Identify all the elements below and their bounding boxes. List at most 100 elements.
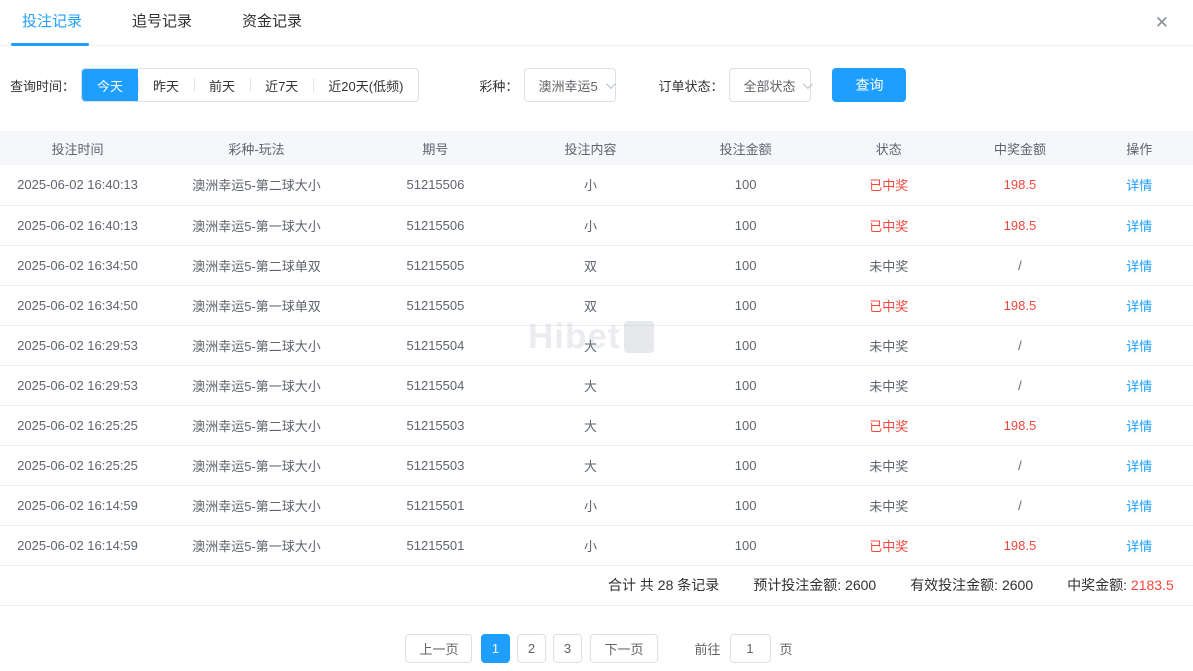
time-filter-button[interactable]: 前天 (194, 69, 251, 101)
bet-amount-cell: 100 (668, 405, 824, 446)
close-icon[interactable]: ✕ (1153, 12, 1171, 33)
status-cell: 已中奖 (823, 285, 955, 326)
time-filter-button[interactable]: 今天 (82, 69, 139, 101)
bet-content-cell: 大 (512, 405, 669, 446)
issue-number-cell: 51215503 (357, 405, 513, 446)
table-row: 2025-06-02 16:29:53 澳洲幸运5-第二球大小 51215504… (0, 325, 1193, 366)
bet-content-cell: 大 (512, 445, 669, 486)
action-cell: 详情 (1085, 165, 1193, 206)
tab-item[interactable]: 资金记录 (242, 0, 302, 46)
bet-content-cell: 大 (512, 365, 669, 406)
action-cell: 详情 (1085, 525, 1193, 566)
bet-time-cell: 2025-06-02 16:40:13 (0, 165, 156, 206)
detail-link[interactable]: 详情 (1126, 178, 1152, 193)
time-filter-button[interactable]: 近7天 (250, 69, 314, 101)
expected-bet-amount: 预计投注金额: 2600 (753, 577, 877, 593)
time-filter-group: 今天 昨天 前天 近7天 近20天(低频) (81, 68, 420, 102)
order-status-select[interactable]: 全部状态 (729, 68, 814, 102)
bet-amount-cell: 100 (668, 245, 824, 286)
bet-time-cell: 2025-06-02 16:25:25 (0, 445, 156, 486)
win-amount-text: 198.5 (1003, 177, 1037, 193)
issue-number-cell: 51215506 (357, 165, 513, 206)
bet-content-cell: 小 (512, 485, 669, 526)
detail-link[interactable]: 详情 (1126, 379, 1152, 394)
total-records: 合计 共 28 条记录 (608, 577, 720, 593)
status-cell: 已中奖 (823, 165, 955, 206)
table-row: 2025-06-02 16:14:59 澳洲幸运5-第一球大小 51215501… (0, 525, 1193, 566)
status-cell: 未中奖 (823, 245, 955, 286)
table-row: 2025-06-02 16:40:13 澳洲幸运5-第一球大小 51215506… (0, 205, 1193, 246)
detail-link[interactable]: 详情 (1126, 499, 1152, 514)
query-time-label: 查询时间： (10, 78, 76, 94)
pagination: 上一页 123 下一页 前往 页 (0, 634, 1193, 663)
lottery-play-cell: 澳洲幸运5-第二球大小 (155, 405, 358, 446)
detail-link[interactable]: 详情 (1126, 459, 1152, 474)
win-amount-text: / (1018, 497, 1022, 513)
issue-number-cell: 51215505 (357, 245, 513, 286)
status-text: 未中奖 (869, 458, 909, 474)
tab-label: 投注记录 (22, 12, 83, 30)
status-text: 已中奖 (869, 218, 909, 234)
action-cell: 详情 (1085, 285, 1193, 326)
lottery-play-cell: 澳洲幸运5-第二球大小 (155, 165, 358, 206)
detail-link[interactable]: 详情 (1126, 419, 1152, 434)
detail-link[interactable]: 详情 (1126, 259, 1152, 274)
win-amount-text: / (1018, 257, 1022, 273)
total-win-amount: 中奖金额: 2183.5 (1067, 577, 1174, 593)
status-text: 已中奖 (869, 178, 909, 194)
order-status-label: 订单状态： (658, 78, 724, 94)
page-number-button[interactable]: 2 (516, 634, 546, 663)
win-amount-cell: 198.5 (954, 285, 1086, 326)
detail-link[interactable]: 详情 (1126, 339, 1152, 354)
issue-number-cell: 51215503 (357, 445, 513, 486)
table-row: 2025-06-02 16:25:25 澳洲幸运5-第二球大小 51215503… (0, 405, 1193, 446)
win-amount-text: / (1018, 457, 1022, 473)
bet-amount-cell: 100 (668, 445, 824, 486)
issue-number-cell: 51215501 (357, 525, 513, 566)
win-amount-text: / (1018, 337, 1022, 353)
next-page-button[interactable]: 下一页 (590, 634, 658, 663)
detail-link[interactable]: 详情 (1126, 299, 1152, 314)
tab-item[interactable]: 追号记录 (132, 0, 192, 46)
bet-content-cell: 小 (512, 165, 669, 206)
action-cell: 详情 (1085, 405, 1193, 446)
bet-time-cell: 2025-06-02 16:14:59 (0, 485, 156, 526)
detail-link[interactable]: 详情 (1126, 219, 1152, 234)
bet-content-cell: 大 (512, 325, 669, 366)
lottery-select[interactable]: 澳洲幸运5 (524, 68, 617, 102)
issue-number-cell: 51215505 (357, 285, 513, 326)
lottery-play-cell: 澳洲幸运5-第一球大小 (155, 445, 358, 486)
issue-number-cell: 51215506 (357, 205, 513, 246)
issue-number-cell: 51215504 (357, 325, 513, 366)
tab-item[interactable]: 投注记录 (10, 0, 90, 46)
status-cell: 已中奖 (823, 405, 955, 446)
time-filter-button[interactable]: 昨天 (138, 69, 195, 101)
action-cell: 详情 (1085, 325, 1193, 366)
win-amount-text: 198.5 (1003, 217, 1037, 233)
time-filter-button[interactable]: 近20天(低频) (313, 69, 419, 101)
goto-unit-label: 页 (779, 642, 793, 657)
win-amount-cell: / (954, 445, 1086, 486)
action-cell: 详情 (1085, 445, 1193, 486)
tab-label: 追号记录 (132, 12, 193, 30)
status-cell: 未中奖 (823, 485, 955, 526)
table-row: 2025-06-02 16:40:13 澳洲幸运5-第二球大小 51215506… (0, 165, 1193, 206)
tab-label: 资金记录 (242, 12, 303, 30)
status-text: 未中奖 (869, 258, 909, 274)
query-button[interactable]: 查询 (832, 68, 907, 102)
summary-row: 合计 共 28 条记录 预计投注金额: 2600 有效投注金额: 2600 中奖… (0, 566, 1193, 606)
status-text: 未中奖 (869, 378, 909, 394)
lottery-play-cell: 澳洲幸运5-第二球大小 (155, 325, 358, 366)
goto-page-input[interactable] (729, 634, 771, 663)
bet-time-cell: 2025-06-02 16:25:25 (0, 405, 156, 446)
win-amount-cell: 198.5 (954, 205, 1086, 246)
bet-time-cell: 2025-06-02 16:29:53 (0, 325, 156, 366)
page-number-button[interactable]: 1 (480, 634, 510, 663)
page-number-button[interactable]: 3 (552, 634, 582, 663)
bet-amount-cell: 100 (668, 525, 824, 566)
detail-link[interactable]: 详情 (1126, 539, 1152, 554)
lottery-select-value: 澳洲幸运5 (538, 78, 598, 94)
win-amount-cell: / (954, 325, 1086, 366)
win-amount-text: 198.5 (1003, 417, 1037, 433)
prev-page-button[interactable]: 上一页 (405, 634, 473, 663)
